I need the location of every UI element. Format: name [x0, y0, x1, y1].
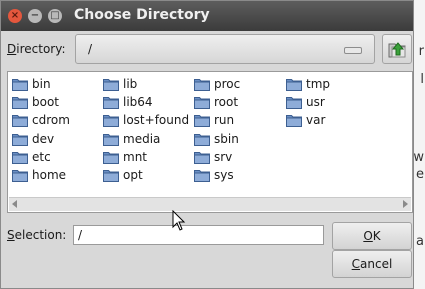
folder-icon — [194, 151, 210, 164]
cancel-button[interactable]: Cancel — [332, 250, 412, 278]
folder-icon — [194, 115, 210, 128]
folder-label: mnt — [123, 149, 147, 164]
folder-icon — [103, 97, 119, 110]
folder-label: opt — [123, 168, 143, 182]
background-text: r — [418, 44, 424, 59]
background-text: a — [416, 234, 424, 249]
folder-icon — [12, 170, 28, 182]
folder-icon — [12, 115, 28, 128]
combo-handle-icon — [344, 47, 362, 54]
selection-input[interactable]: / — [73, 225, 324, 245]
folder-icon — [103, 79, 119, 91]
folder-icon — [103, 170, 119, 182]
directory-combo[interactable]: / — [75, 34, 375, 64]
scroll-right-icon[interactable] — [403, 200, 408, 208]
background-text: e — [416, 167, 424, 182]
folder-icon — [103, 115, 119, 128]
folder-label: var — [306, 113, 326, 128]
folder-label: sys — [214, 168, 234, 182]
folder-icon — [194, 97, 210, 110]
folder-label: proc — [214, 77, 241, 91]
folder-icon — [103, 151, 119, 164]
directory-label: Directory: — [7, 42, 66, 56]
selection-label: Selection: — [7, 228, 67, 242]
folder-label: run — [214, 113, 235, 128]
folder-icon — [103, 133, 119, 146]
close-button[interactable]: × — [8, 9, 22, 23]
directory-list[interactable]: bin boot cdrom dev etc home lib lib64 lost+found… — [7, 71, 413, 213]
folder-label: bin — [32, 77, 51, 91]
background-text: w — [413, 150, 424, 165]
folder-icon — [286, 97, 302, 110]
folder-label: lib64 — [123, 95, 153, 110]
folder-label: cdrom — [32, 113, 70, 128]
folder-label: home — [32, 168, 67, 182]
folder-icon — [286, 79, 302, 91]
mouse-pointer-icon — [172, 210, 186, 231]
maximize-button[interactable]: □ — [48, 9, 62, 23]
folder-icon — [194, 133, 210, 146]
folder-icon — [286, 115, 302, 128]
minimize-button[interactable]: − — [28, 9, 42, 23]
folder-label: tmp — [306, 77, 331, 91]
folder-label: root — [214, 95, 239, 110]
up-directory-button[interactable] — [382, 34, 412, 64]
folder-label: boot — [32, 95, 60, 110]
choose-directory-dialog: × − □ Choose Directory Directory: / bin b… — [0, 0, 414, 289]
folder-label: etc — [32, 149, 51, 164]
background-text: l — [420, 72, 424, 87]
folder-label: lib — [123, 77, 138, 91]
folder-icon — [12, 79, 28, 91]
folder-icon — [12, 133, 28, 146]
folder-label: lost+found — [123, 113, 190, 128]
folder-label: srv — [214, 149, 233, 164]
folder-label: sbin — [214, 131, 239, 146]
folder-icon — [12, 97, 28, 110]
folder-icon — [194, 170, 210, 182]
folder-up-icon — [388, 42, 406, 58]
ok-button[interactable]: OK — [332, 222, 412, 250]
dialog-title: Choose Directory — [74, 7, 210, 23]
horizontal-scrollbar[interactable] — [9, 197, 411, 211]
folder-label: media — [123, 131, 161, 146]
folder-label: dev — [32, 131, 55, 146]
title-bar[interactable]: × − □ Choose Directory — [1, 1, 413, 31]
folder-label: usr — [306, 95, 325, 110]
directory-value: / — [88, 42, 93, 56]
scroll-left-icon[interactable] — [12, 200, 17, 208]
folder-icon — [194, 79, 210, 91]
folder-icon — [12, 151, 28, 164]
